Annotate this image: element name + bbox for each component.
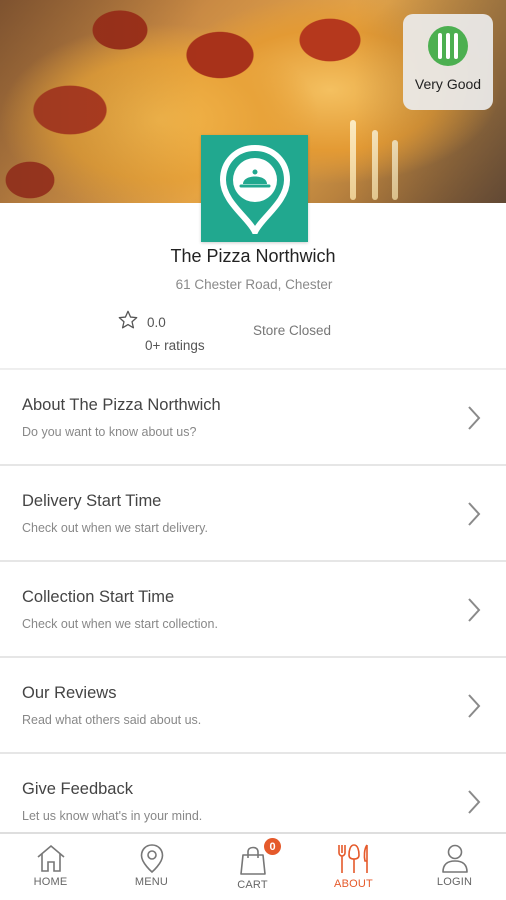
list-item-subtitle: Check out when we start collection. [22, 617, 218, 631]
shopping-bag-icon [239, 846, 266, 875]
chevron-right-icon [468, 790, 481, 814]
nav-about[interactable]: ABOUT [303, 834, 404, 900]
list-item-subtitle: Let us know what's in your mind. [22, 809, 203, 823]
chevron-right-icon [468, 406, 481, 430]
store-status: Store Closed [253, 323, 332, 338]
nav-about-label: ABOUT [334, 878, 373, 890]
nav-login-label: LOGIN [436, 876, 473, 888]
list-item-about[interactable]: About The Pizza Northwich Do you want to… [0, 370, 506, 466]
list-item-subtitle: Check out when we start delivery. [22, 521, 208, 535]
nav-cart-label: CART [237, 879, 268, 891]
list-item-our-reviews[interactable]: Our Reviews Read what others said about … [0, 658, 506, 754]
hygiene-rating-icon [428, 26, 468, 66]
star-icon [117, 309, 139, 336]
chevron-right-icon [468, 502, 481, 526]
food-pin-icon [219, 144, 290, 234]
hygiene-rating-label: Very Good [414, 76, 482, 92]
chevron-right-icon [468, 694, 481, 718]
store-name: The Pizza Northwich [170, 246, 336, 266]
list-item-title: Give Feedback [22, 780, 133, 798]
about-options-list: About The Pizza Northwich Do you want to… [0, 370, 506, 850]
list-item-title: Delivery Start Time [22, 492, 162, 510]
list-item-subtitle: Read what others said about us. [22, 713, 202, 727]
cutlery-icon [337, 844, 368, 873]
nav-cart[interactable]: 0 CART [202, 834, 303, 900]
list-item-title: Collection Start Time [22, 588, 175, 606]
list-item-collection-start-time[interactable]: Collection Start Time Check out when we … [0, 562, 506, 658]
nav-login[interactable]: LOGIN [404, 834, 505, 900]
list-item-delivery-start-time[interactable]: Delivery Start Time Check out when we st… [0, 466, 506, 562]
cart-count-badge: 0 [264, 838, 281, 855]
nav-home-label: HOME [33, 876, 68, 888]
store-logo [201, 135, 308, 242]
user-icon [441, 844, 468, 873]
bottom-navigation: HOME MENU 0 CART ABOUT LOGIN [0, 832, 506, 900]
home-icon [36, 844, 65, 872]
ratings-count[interactable]: 0+ ratings [145, 338, 205, 353]
list-item-title: About The Pizza Northwich [22, 396, 221, 414]
hygiene-rating-badge[interactable]: Very Good [403, 14, 493, 110]
list-item-subtitle: Do you want to know about us? [22, 425, 197, 439]
rating-value: 0.0 [147, 315, 166, 330]
store-address: 61 Chester Road, Chester [175, 277, 333, 292]
nav-home[interactable]: HOME [0, 834, 101, 900]
nav-menu[interactable]: MENU [101, 834, 202, 900]
chevron-right-icon [468, 598, 481, 622]
nav-menu-label: MENU [134, 876, 169, 888]
list-item-title: Our Reviews [22, 684, 117, 702]
location-pin-icon [140, 844, 163, 873]
